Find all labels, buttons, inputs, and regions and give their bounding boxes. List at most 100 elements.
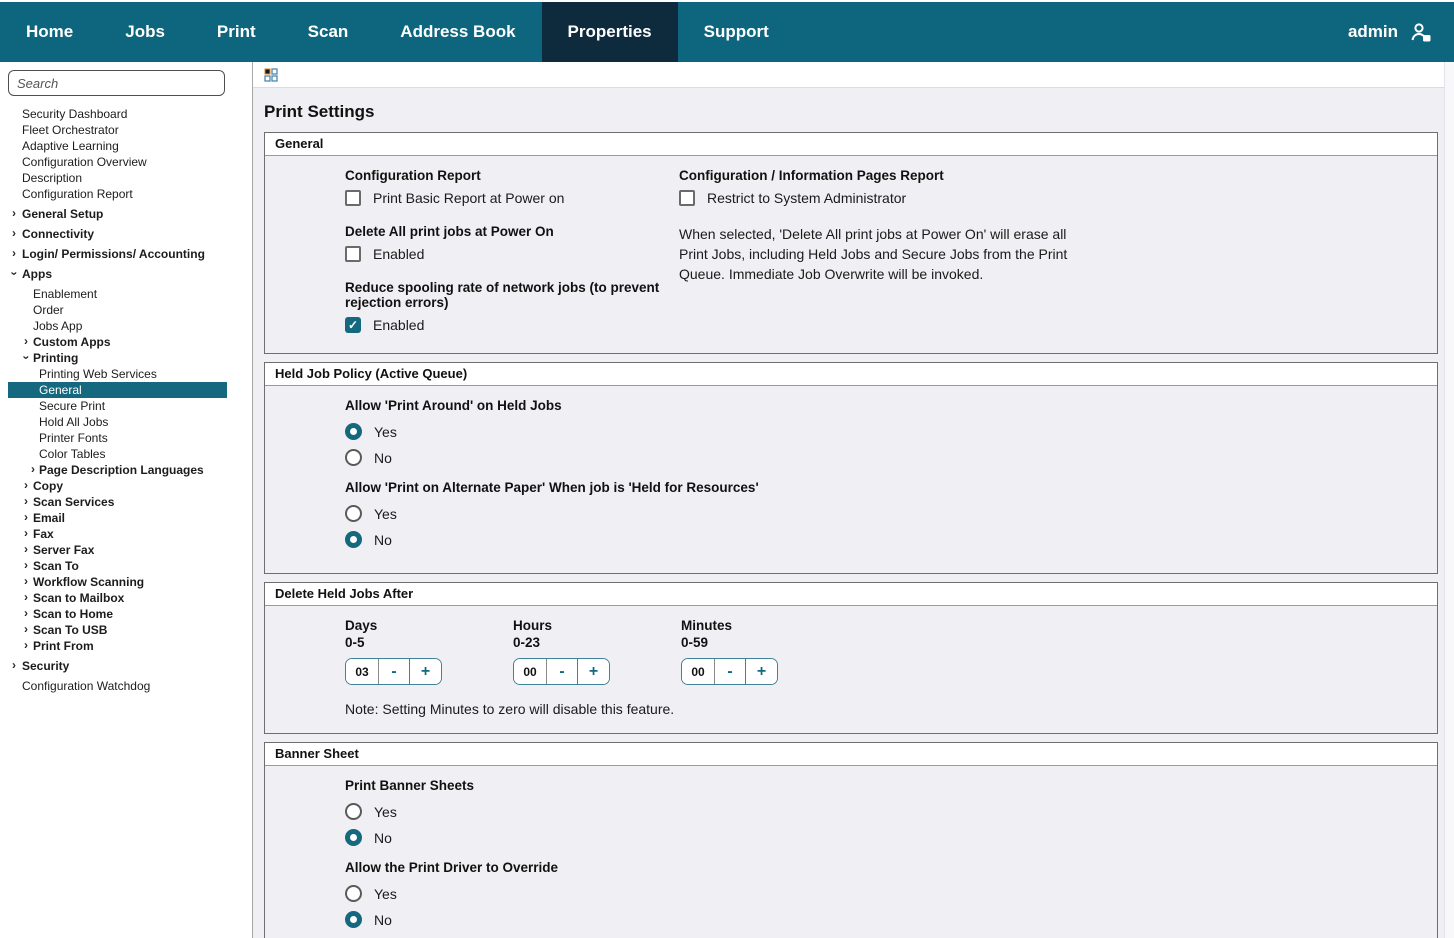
sidebar-item-label: Scan Services	[33, 495, 114, 509]
minutes-range: 0-59	[681, 635, 849, 650]
sidebar-item-print-from[interactable]: ›Print From	[8, 638, 227, 654]
sidebar-item-general[interactable]: General	[8, 382, 227, 398]
nav-item-scan[interactable]: Scan	[282, 2, 375, 62]
sidebar-item-printer-fonts[interactable]: Printer Fonts	[8, 430, 227, 446]
sidebar-item-scan-to[interactable]: ›Scan To	[8, 558, 227, 574]
sidebar-item-general-setup[interactable]: ›General Setup	[8, 206, 227, 222]
sidebar-item-scan-to-home[interactable]: ›Scan to Home	[8, 606, 227, 622]
sidebar-item-fleet-orchestrator[interactable]: Fleet Orchestrator	[8, 122, 227, 138]
hours-field: Hours 0-23 00 - +	[513, 618, 681, 685]
section-delete-held-jobs-body: Days 0-5 03 - + Hours 0-23	[265, 606, 1437, 733]
content-inner: Print Settings General Configuration Rep…	[253, 88, 1454, 938]
page-title: Print Settings	[264, 102, 1438, 122]
section-general-header: General	[265, 133, 1437, 156]
hours-value[interactable]: 00	[514, 659, 547, 684]
sidebar-item-scan-services[interactable]: ›Scan Services	[8, 494, 227, 510]
hours-decrement-button[interactable]: -	[547, 659, 578, 684]
sidebar-item-workflow-scanning[interactable]: ›Workflow Scanning	[8, 574, 227, 590]
sidebar-item-order[interactable]: Order	[8, 302, 227, 318]
sidebar-item-connectivity[interactable]: ›Connectivity	[8, 226, 227, 242]
sidebar-item-label: Connectivity	[22, 227, 94, 241]
sidebar-item-hold-all-jobs[interactable]: Hold All Jobs	[8, 414, 227, 430]
sidebar-item-secure-print[interactable]: Secure Print	[8, 398, 227, 414]
sidebar-item-adaptive-learning[interactable]: Adaptive Learning	[8, 138, 227, 154]
driver-override-no-option[interactable]: No	[345, 911, 1417, 928]
sidebar-item-label: Custom Apps	[33, 335, 111, 349]
nav-item-home[interactable]: Home	[0, 2, 99, 62]
sidebar-item-page-description-languages[interactable]: ›Page Description Languages	[8, 462, 227, 478]
print-around-yes-option[interactable]: Yes	[345, 423, 1417, 440]
delete-jobs-note: When selected, 'Delete All print jobs at…	[679, 224, 1083, 284]
nav-item-print[interactable]: Print	[191, 2, 282, 62]
alternate-paper-yes-option[interactable]: Yes	[345, 505, 1417, 522]
days-increment-button[interactable]: +	[410, 659, 441, 684]
sidebar-item-printing[interactable]: ›Printing	[8, 350, 227, 366]
section-banner-sheet-header: Banner Sheet	[265, 743, 1437, 766]
delete-jobs-checkbox[interactable]	[345, 246, 361, 262]
sidebar-item-email[interactable]: ›Email	[8, 510, 227, 526]
days-decrement-button[interactable]: -	[379, 659, 410, 684]
sidebar-item-security[interactable]: ›Security	[8, 658, 227, 674]
delete-jobs-checkbox-row[interactable]: Enabled	[345, 246, 679, 262]
print-banner-no-option[interactable]: No	[345, 829, 1417, 846]
chevron-right-icon: ›	[24, 591, 28, 604]
sidebar-item-configuration-watchdog[interactable]: Configuration Watchdog	[8, 678, 227, 694]
sidebar-item-custom-apps[interactable]: ›Custom Apps	[8, 334, 227, 350]
sidebar-item-enablement[interactable]: Enablement	[8, 286, 227, 302]
print-banner-yes-option[interactable]: Yes	[345, 803, 1417, 820]
sidebar-item-printing-web-services[interactable]: Printing Web Services	[8, 366, 227, 382]
sidebar-item-jobs-app[interactable]: Jobs App	[8, 318, 227, 334]
radio-selected-icon	[345, 423, 362, 440]
nav-item-support[interactable]: Support	[678, 2, 795, 62]
sidebar-item-fax[interactable]: ›Fax	[8, 526, 227, 542]
hours-stepper: 00 - +	[513, 658, 610, 685]
minutes-label: Minutes	[681, 618, 849, 633]
minutes-decrement-button[interactable]: -	[715, 659, 746, 684]
restrict-admin-checkbox[interactable]	[679, 190, 695, 206]
print-basic-report-checkbox[interactable]	[345, 190, 361, 206]
chevron-right-icon: ›	[24, 543, 28, 556]
print-basic-report-checkbox-row[interactable]: Print Basic Report at Power on	[345, 190, 679, 206]
nav-item-address-book[interactable]: Address Book	[374, 2, 541, 62]
minutes-value[interactable]: 00	[682, 659, 715, 684]
sidebar-item-apps[interactable]: ›Apps	[8, 266, 227, 282]
chevron-right-icon: ›	[24, 527, 28, 540]
hours-increment-button[interactable]: +	[578, 659, 609, 684]
sidebar-item-login-permissions-accounting[interactable]: ›Login/ Permissions/ Accounting	[8, 246, 227, 262]
chevron-right-icon: ›	[12, 659, 16, 672]
reduce-spooling-checkbox-row[interactable]: Enabled	[345, 317, 679, 333]
delete-jobs-label: Delete All print jobs at Power On	[345, 224, 679, 239]
sidebar-item-configuration-overview[interactable]: Configuration Overview	[8, 154, 227, 170]
sidebar-item-scan-to-usb[interactable]: ›Scan To USB	[8, 622, 227, 638]
sidebar-item-scan-to-mailbox[interactable]: ›Scan to Mailbox	[8, 590, 227, 606]
nav-item-jobs[interactable]: Jobs	[99, 2, 191, 62]
sidebar-item-security-dashboard[interactable]: Security Dashboard	[8, 106, 227, 122]
days-value[interactable]: 03	[346, 659, 379, 684]
sidebar-item-description[interactable]: Description	[8, 170, 227, 186]
print-around-radio-group: Yes No	[345, 423, 1417, 466]
radio-label: No	[374, 912, 392, 928]
section-held-job-policy: Held Job Policy (Active Queue) Allow 'Pr…	[264, 362, 1438, 574]
print-around-no-option[interactable]: No	[345, 449, 1417, 466]
days-range: 0-5	[345, 635, 513, 650]
chevron-right-icon: ›	[24, 639, 28, 652]
radio-unselected-icon	[345, 449, 362, 466]
sidebar-item-configuration-report[interactable]: Configuration Report	[8, 186, 227, 202]
restrict-admin-checkbox-row[interactable]: Restrict to System Administrator	[679, 190, 1099, 206]
sidebar-item-server-fax[interactable]: ›Server Fax	[8, 542, 227, 558]
user-menu[interactable]: admin	[1326, 2, 1454, 62]
search-input[interactable]	[8, 70, 225, 96]
alternate-paper-no-option[interactable]: No	[345, 531, 1417, 548]
radio-label: Yes	[374, 886, 397, 902]
sidebar-item-label: Scan To USB	[33, 623, 107, 637]
sidebar-item-label: Copy	[33, 479, 63, 493]
driver-override-yes-option[interactable]: Yes	[345, 885, 1417, 902]
minutes-increment-button[interactable]: +	[746, 659, 777, 684]
sidebar-item-color-tables[interactable]: Color Tables	[8, 446, 227, 462]
nav-item-properties[interactable]: Properties	[542, 2, 678, 62]
reduce-spooling-checkbox[interactable]	[345, 317, 361, 333]
content-scrollbar[interactable]	[1444, 62, 1454, 938]
sidebar-item-copy[interactable]: ›Copy	[8, 478, 227, 494]
grid-view-icon[interactable]	[264, 68, 278, 82]
section-delete-held-jobs-header: Delete Held Jobs After	[265, 583, 1437, 606]
